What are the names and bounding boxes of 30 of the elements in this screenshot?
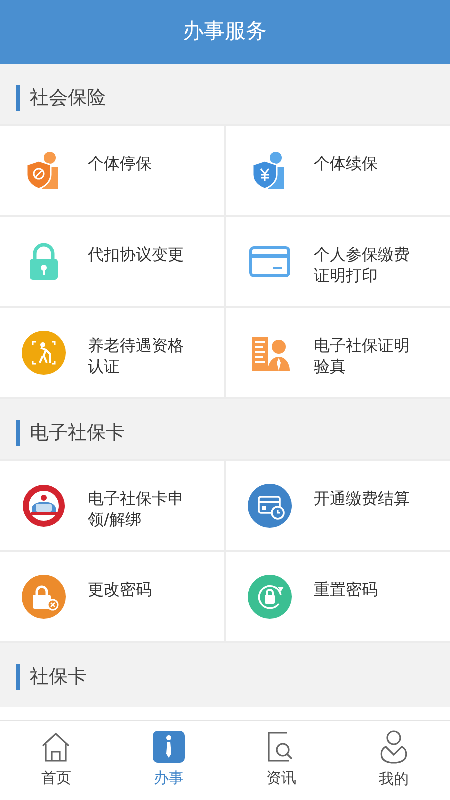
section-title: 社会保险 [30, 86, 106, 111]
service-item[interactable]: 重置密码 [226, 552, 450, 641]
service-item[interactable]: 代扣协议变更 [0, 217, 224, 306]
service-item[interactable]: 电子社保证明验真 [226, 308, 450, 397]
card-icon [249, 246, 291, 278]
tab[interactable]: 首页 [0, 721, 112, 800]
service-item[interactable]: 个体续保 [226, 126, 450, 215]
service-item[interactable]: 开通缴费结算 [226, 461, 450, 550]
person-icon [380, 730, 408, 764]
lock-icon [22, 574, 66, 618]
service-item[interactable]: 个人参保缴费证明打印 [226, 217, 450, 306]
service-item[interactable]: 更改密码 [0, 552, 224, 641]
service-item[interactable]: 个体停保 [0, 126, 224, 215]
reset-lock-icon [248, 574, 292, 618]
elderly-person-icon [22, 330, 66, 374]
tie-icon [152, 731, 185, 764]
section-title: 社保卡 [30, 664, 87, 690]
section-marker [16, 664, 20, 690]
tab[interactable]: 资讯 [225, 721, 338, 800]
service-item[interactable]: 养老待遇资格认证 [0, 308, 224, 397]
section-marker [16, 85, 20, 111]
section-marker [16, 420, 20, 446]
home-icon [41, 731, 72, 764]
emblem-icon [22, 484, 66, 528]
tab[interactable]: 我的 [338, 721, 450, 800]
section-title: 电子社保卡 [30, 420, 125, 446]
header-title: 办事服务 [183, 18, 267, 46]
service-item[interactable]: 电子社保卡申领/解绑 [0, 461, 224, 550]
tab[interactable]: 办事 [112, 721, 225, 800]
card-clock-icon [248, 484, 292, 528]
